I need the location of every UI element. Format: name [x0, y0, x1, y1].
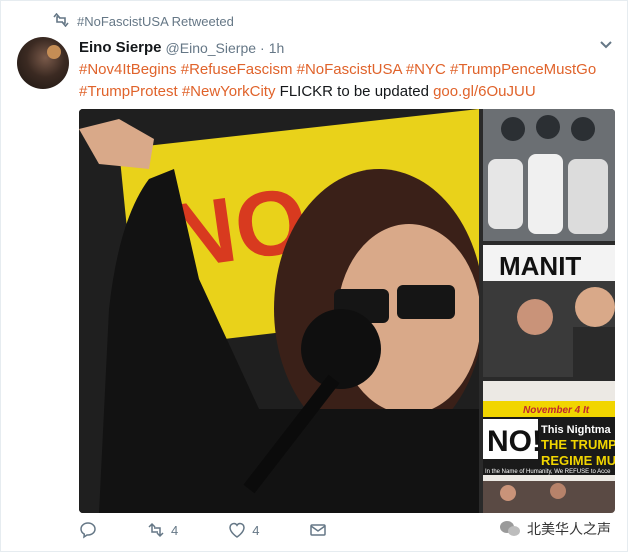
media-grid[interactable]: NO MANIT November 4 It NO! This Nightma … — [79, 109, 615, 513]
message-button[interactable] — [309, 521, 327, 539]
author-name[interactable]: Eino Sierpe — [79, 39, 162, 56]
like-count: 4 — [252, 522, 260, 538]
main-photo-art: NO — [79, 109, 479, 513]
reply-button[interactable] — [79, 521, 97, 539]
hashtag[interactable]: #RefuseFascism — [181, 61, 293, 78]
photo3-bottom: In the Name of Humanity, We REFUSE to Ac… — [485, 469, 611, 475]
heart-icon — [229, 522, 245, 538]
retweet-icon — [53, 12, 69, 30]
photo3-no-text: NO! — [487, 425, 542, 458]
tweet-text: #Nov4ItBegins #RefuseFascism #NoFascistU… — [79, 59, 609, 103]
separator: · — [260, 39, 265, 56]
tweet-link[interactable]: goo.gl/6OuJUU — [433, 83, 536, 100]
tweet-actions: 4 4 — [79, 521, 377, 539]
main-photo[interactable]: NO — [79, 109, 479, 513]
hashtag[interactable]: #Nov4ItBegins — [79, 61, 177, 78]
tweet-card[interactable]: #NoFascistUSA Retweeted Eino Sierpe @Ein… — [0, 0, 628, 552]
photo-banner[interactable]: November 4 It NO! This Nightma THE TRUMP… — [483, 381, 615, 513]
photo-protester[interactable]: MANIT — [483, 245, 615, 377]
photo-police[interactable] — [483, 109, 615, 241]
hashtag[interactable]: #NYC — [406, 61, 446, 78]
photo3-line1: This Nightma — [541, 424, 612, 436]
retweet-context-text: #NoFascistUSA Retweeted — [77, 14, 234, 29]
photo3-line3: REGIME MU — [541, 453, 615, 468]
hashtag[interactable]: #NewYorkCity — [182, 83, 276, 100]
envelope-icon — [310, 524, 327, 536]
avatar[interactable] — [17, 37, 69, 89]
protester-photo-art: MANIT — [483, 245, 615, 377]
hashtag[interactable]: #NoFascistUSA — [297, 61, 402, 78]
like-button[interactable]: 4 — [228, 521, 259, 539]
retweet-count: 4 — [171, 522, 179, 538]
retweet-context[interactable]: #NoFascistUSA Retweeted — [53, 12, 234, 30]
chevron-down-icon[interactable] — [599, 37, 613, 51]
photo2-banner-text: MANIT — [499, 251, 581, 281]
police-photo-art — [483, 109, 615, 241]
banner-photo-art: November 4 It NO! This Nightma THE TRUMP… — [483, 381, 615, 513]
reply-icon — [80, 522, 96, 539]
retweet-button[interactable]: 4 — [147, 521, 178, 539]
tweet-body-text: FLICKR to be updated — [279, 83, 429, 100]
author-handle[interactable]: @Eino_Sierpe — [166, 40, 257, 56]
hashtag[interactable]: #TrumpPenceMustGo — [450, 61, 596, 78]
watermark: 北美华人之声 — [499, 519, 611, 539]
retweet-icon — [148, 522, 164, 538]
tweet-time[interactable]: 1h — [269, 40, 285, 56]
tweet-header: Eino Sierpe @Eino_Sierpe · 1h — [79, 39, 284, 56]
watermark-text: 北美华人之声 — [527, 521, 611, 537]
wechat-icon — [500, 521, 520, 536]
photo3-date-text: November 4 It — [523, 405, 590, 416]
hashtag[interactable]: #TrumpProtest — [79, 83, 178, 100]
photo3-line2: THE TRUMP — [541, 437, 615, 452]
